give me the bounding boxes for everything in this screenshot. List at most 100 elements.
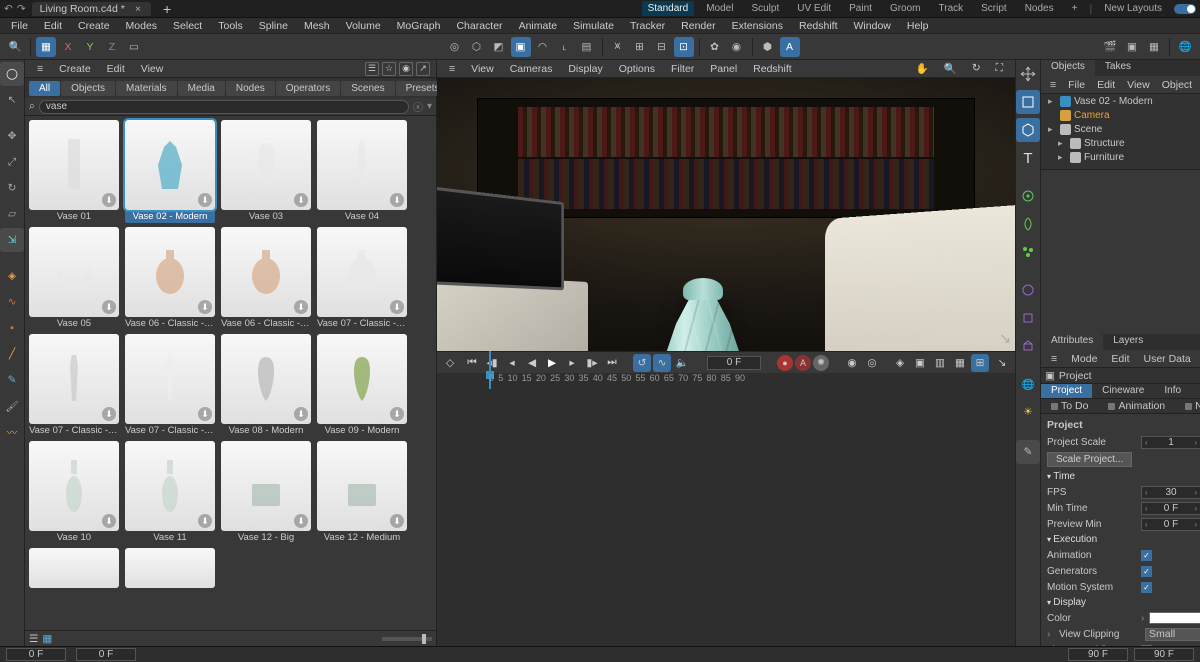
render-region-icon[interactable]: ⬡: [467, 37, 487, 57]
asset-thumb[interactable]: ⬇Vase 07 - Classic - M...: [29, 334, 119, 437]
key-pos-icon[interactable]: ◉: [843, 354, 861, 372]
layout-track[interactable]: Track: [933, 1, 970, 16]
menu-select[interactable]: Select: [166, 19, 209, 33]
menu-volume[interactable]: Volume: [339, 19, 388, 33]
asset-menu-edit[interactable]: Edit: [101, 62, 131, 76]
search-icon[interactable]: 🔍: [5, 37, 25, 57]
hamburger-icon[interactable]: ≡: [31, 62, 49, 76]
asset-tab-scenes[interactable]: Scenes: [341, 81, 394, 96]
download-icon[interactable]: ⬇: [390, 407, 404, 421]
angle-icon[interactable]: ˪: [555, 37, 575, 57]
hamburger-icon[interactable]: ≡: [443, 62, 461, 76]
asset-search-input[interactable]: [39, 100, 409, 114]
prev-key-icon[interactable]: ◂▮: [483, 354, 501, 372]
menu-tracker[interactable]: Tracker: [623, 19, 672, 33]
move-tool-icon[interactable]: ✥: [0, 124, 24, 148]
key-filter1-icon[interactable]: ◈: [891, 354, 909, 372]
asset-thumb[interactable]: [125, 548, 215, 588]
status-range-start[interactable]: 0 F: [6, 648, 66, 661]
model-mode-icon[interactable]: ◈: [0, 264, 24, 288]
snap-grid-icon[interactable]: ⊟: [652, 37, 672, 57]
live-selection-icon[interactable]: ◯: [0, 62, 24, 86]
target-icon[interactable]: ◉: [727, 37, 747, 57]
keyframe-set-icon[interactable]: ✺: [813, 355, 829, 371]
search-dropdown-icon[interactable]: ▾: [427, 101, 432, 112]
asset-thumb[interactable]: ⬇Vase 06 - Classic - Big: [125, 227, 215, 330]
vp-menu-panel[interactable]: Panel: [704, 62, 743, 76]
fcurve-icon[interactable]: ∿: [653, 354, 671, 372]
download-icon[interactable]: ⬇: [102, 300, 116, 314]
picture-viewer-icon[interactable]: ▣: [1122, 37, 1142, 57]
next-frame-icon[interactable]: ▸: [563, 354, 581, 372]
asset-thumb[interactable]: ⬇Vase 11: [125, 441, 215, 544]
download-icon[interactable]: ⬇: [390, 300, 404, 314]
asset-thumb[interactable]: ⬇Vase 06 - Classic - S...: [221, 227, 311, 330]
attr-tab-nodes[interactable]: Nodes: [1175, 399, 1200, 413]
tree-row[interactable]: ▸Furniture: [1041, 150, 1200, 164]
spline-primitive-icon[interactable]: ◠: [533, 37, 553, 57]
attr-tab-info[interactable]: Info: [1154, 384, 1191, 398]
vp-menu-options[interactable]: Options: [613, 62, 661, 76]
field-icon[interactable]: [1016, 212, 1040, 236]
gear-icon[interactable]: ✿: [705, 37, 725, 57]
cube-primitive-icon[interactable]: ▣: [511, 37, 531, 57]
menu-tools[interactable]: Tools: [211, 19, 250, 33]
add-layout-button[interactable]: +: [1066, 1, 1084, 16]
tree-row[interactable]: ▸Scene: [1041, 122, 1200, 136]
edge-mode-icon[interactable]: ╱: [0, 342, 24, 366]
globe-icon[interactable]: 🌐: [1016, 372, 1040, 396]
attr-tab-cineware[interactable]: Cineware: [1092, 384, 1154, 398]
menu-edit[interactable]: Edit: [37, 19, 69, 33]
menu-file[interactable]: File: [4, 19, 35, 33]
grid-view-icon[interactable]: ▦: [42, 633, 52, 645]
download-icon[interactable]: ⬇: [390, 514, 404, 528]
asset-thumb[interactable]: ⬇Vase 03: [221, 120, 311, 223]
asset-tab-nodes[interactable]: Nodes: [226, 81, 275, 96]
download-icon[interactable]: ⬇: [102, 193, 116, 207]
menu-redshift[interactable]: Redshift: [792, 19, 845, 33]
viewport-canvas[interactable]: ↘: [437, 78, 1015, 351]
download-icon[interactable]: ⬇: [294, 407, 308, 421]
record-icon[interactable]: ●: [777, 355, 793, 371]
download-icon[interactable]: ⬇: [390, 193, 404, 207]
expand-icon[interactable]: ▸: [1058, 152, 1067, 163]
vp-rotate-icon[interactable]: ↻: [966, 61, 987, 76]
menu-animate[interactable]: Animate: [512, 19, 565, 33]
key-filter3-icon[interactable]: ▥: [931, 354, 949, 372]
download-icon[interactable]: ⬇: [198, 514, 212, 528]
key-filter4-icon[interactable]: ▦: [951, 354, 969, 372]
coord-system-icon[interactable]: ▦: [36, 37, 56, 57]
expand-icon[interactable]: ▸: [1058, 138, 1067, 149]
vp-menu-display[interactable]: Display: [562, 62, 608, 76]
asset-thumb[interactable]: ⬇Vase 04: [317, 120, 407, 223]
magnet-icon[interactable]: ⩙: [608, 37, 628, 57]
asset-thumb[interactable]: ⬇Vase 05: [29, 227, 119, 330]
object-tree[interactable]: ▸Vase 02 - ModernCamera▸Scene▸Structure▸…: [1041, 94, 1200, 170]
chk-generators[interactable]: ✓: [1141, 566, 1152, 577]
render-icon[interactable]: ◎: [445, 37, 465, 57]
scale-tool-icon[interactable]: ⤢: [0, 150, 24, 174]
play-icon[interactable]: ▶: [543, 354, 561, 372]
floor-icon[interactable]: ▤: [577, 37, 597, 57]
attr-tab-animation[interactable]: Animation: [1098, 399, 1175, 413]
vp-hand-icon[interactable]: ✋: [910, 61, 935, 76]
dynamics-icon[interactable]: [1016, 240, 1040, 264]
display-color-swatch[interactable]: [1149, 612, 1200, 624]
tree-row[interactable]: Camera: [1041, 108, 1200, 122]
menu-spline[interactable]: Spline: [252, 19, 295, 33]
asset-tab-materials[interactable]: Materials: [116, 81, 177, 96]
move-gizmo-icon[interactable]: [1016, 62, 1040, 86]
axis-z[interactable]: Z: [102, 37, 122, 57]
asset-thumb[interactable]: ⬇Vase 08 - Modern: [221, 334, 311, 437]
section-execution[interactable]: Execution: [1043, 532, 1200, 547]
asset-thumb[interactable]: ⬇Vase 12 - Medium: [317, 441, 407, 544]
layout-uvedit[interactable]: UV Edit: [791, 1, 837, 16]
loop-icon[interactable]: ↺: [633, 354, 651, 372]
asset-thumb[interactable]: ⬇Vase 12 - Big: [221, 441, 311, 544]
menu-render[interactable]: Render: [674, 19, 722, 33]
clapper-icon[interactable]: 🎬: [1100, 37, 1120, 57]
download-icon[interactable]: ⬇: [198, 300, 212, 314]
place-tool-icon[interactable]: ▱: [0, 202, 24, 226]
attr-tab-dynamics[interactable]: Dynamics: [1191, 384, 1200, 398]
tab-takes[interactable]: Takes: [1095, 60, 1141, 76]
